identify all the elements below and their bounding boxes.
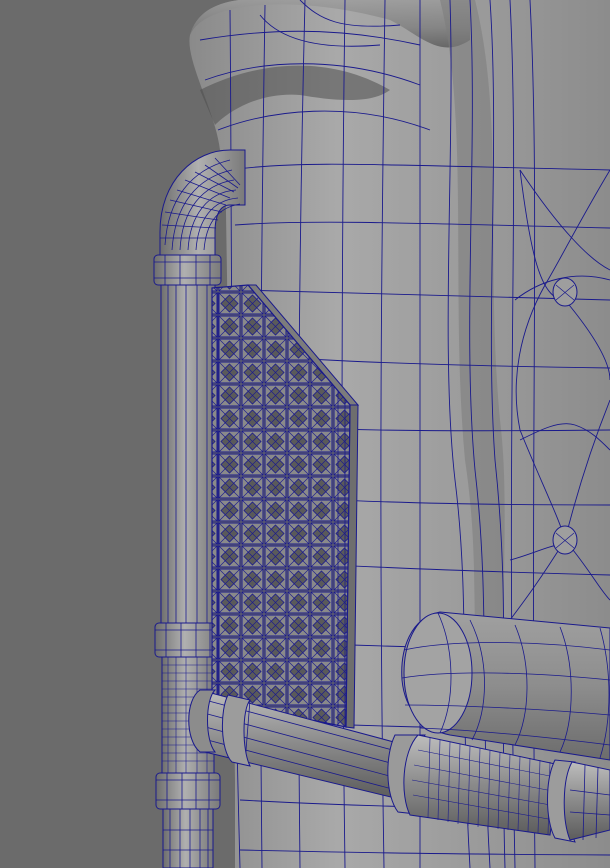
tufting-button: [552, 277, 578, 307]
viewport-canvas[interactable]: [0, 0, 610, 868]
3d-viewport[interactable]: [0, 0, 610, 868]
tufting-button: [552, 525, 578, 555]
